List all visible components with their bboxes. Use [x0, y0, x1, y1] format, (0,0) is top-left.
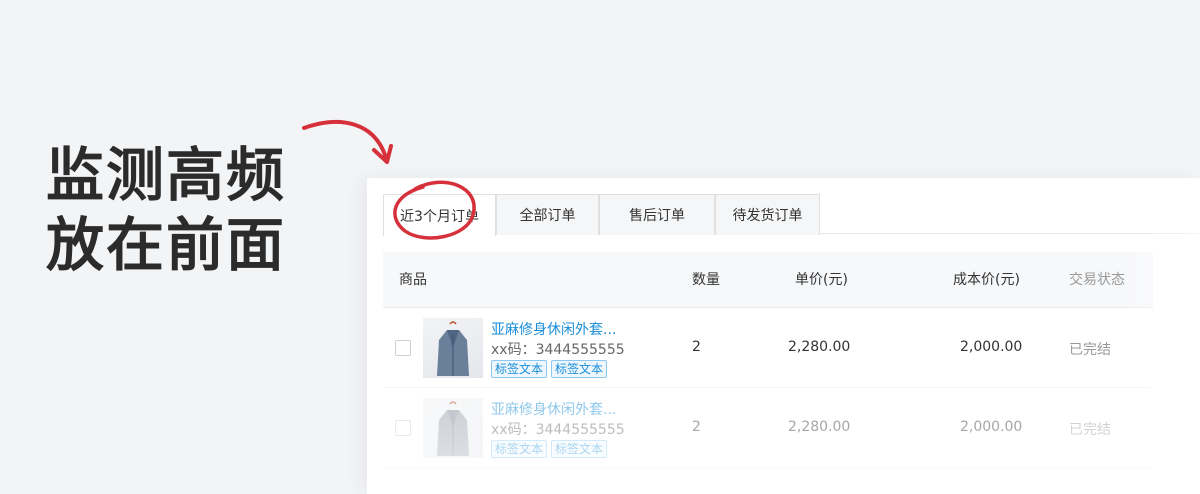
product-tag: 标签文本: [491, 360, 548, 378]
jacket-image-icon: [437, 321, 469, 376]
tab-label: 全部订单: [519, 208, 576, 224]
tab-label: 待发货订单: [732, 208, 803, 224]
product-tag: 标签文本: [491, 440, 548, 458]
header-quantity: 数量: [692, 272, 720, 288]
row-price: 2,280.00: [788, 339, 851, 355]
header-product: 商品: [399, 272, 427, 288]
row-quantity: 2: [692, 419, 701, 435]
headline-line-1: 监测高频: [46, 141, 287, 209]
table-row: 亚麻修身休闲外套... xx码：3444555555 标签文本 标签文本 2 2…: [383, 308, 1153, 388]
highlight-circle-icon: [393, 180, 476, 240]
product-tags: 标签文本 标签文本: [491, 440, 608, 458]
row-checkbox[interactable]: [395, 340, 411, 356]
order-tabs: 近3个月订单 全部订单 售后订单 待发货订单: [383, 180, 1200, 240]
tab-label: 售后订单: [629, 208, 685, 224]
tab-after-sales[interactable]: 售后订单: [599, 194, 715, 235]
table-header: 商品 数量 单价(元) 成本价(元) 交易状态: [383, 252, 1153, 308]
headline-line-2: 放在前面: [46, 211, 287, 279]
tab-pending-shipment[interactable]: 待发货订单: [715, 194, 820, 235]
header-cost: 成本价(元): [953, 272, 1020, 288]
row-cost: 2,000.00: [960, 419, 1023, 435]
product-tag: 标签文本: [551, 440, 608, 458]
jacket-image-icon: [437, 401, 469, 456]
header-price: 单价(元): [795, 272, 848, 288]
product-tag: 标签文本: [551, 360, 608, 378]
tab-all-orders[interactable]: 全部订单: [496, 194, 599, 235]
product-tags: 标签文本 标签文本: [491, 360, 608, 378]
row-checkbox[interactable]: [395, 420, 411, 436]
row-price: 2,280.00: [788, 419, 851, 435]
row-cost: 2,000.00: [960, 339, 1023, 355]
row-quantity: 2: [692, 339, 701, 355]
product-thumbnail[interactable]: [423, 318, 483, 378]
order-panel: 近3个月订单 全部订单 售后订单 待发货订单 商品 数量 单价(元) 成本价(元…: [367, 178, 1200, 494]
product-code: xx码：3444555555: [491, 342, 625, 358]
product-code: xx码：3444555555: [491, 422, 625, 438]
table-row: 亚麻修身休闲外套... xx码：3444555555 标签文本 标签文本 2 2…: [383, 388, 1153, 468]
headline: 监测高频 放在前面: [46, 140, 286, 280]
header-status: 交易状态: [1069, 272, 1125, 288]
product-thumbnail[interactable]: [423, 398, 483, 458]
row-status: 已完结: [1069, 422, 1111, 438]
row-status: 已完结: [1069, 342, 1111, 358]
product-name-link[interactable]: 亚麻修身休闲外套...: [491, 399, 616, 419]
product-name-link[interactable]: 亚麻修身休闲外套...: [491, 319, 616, 339]
